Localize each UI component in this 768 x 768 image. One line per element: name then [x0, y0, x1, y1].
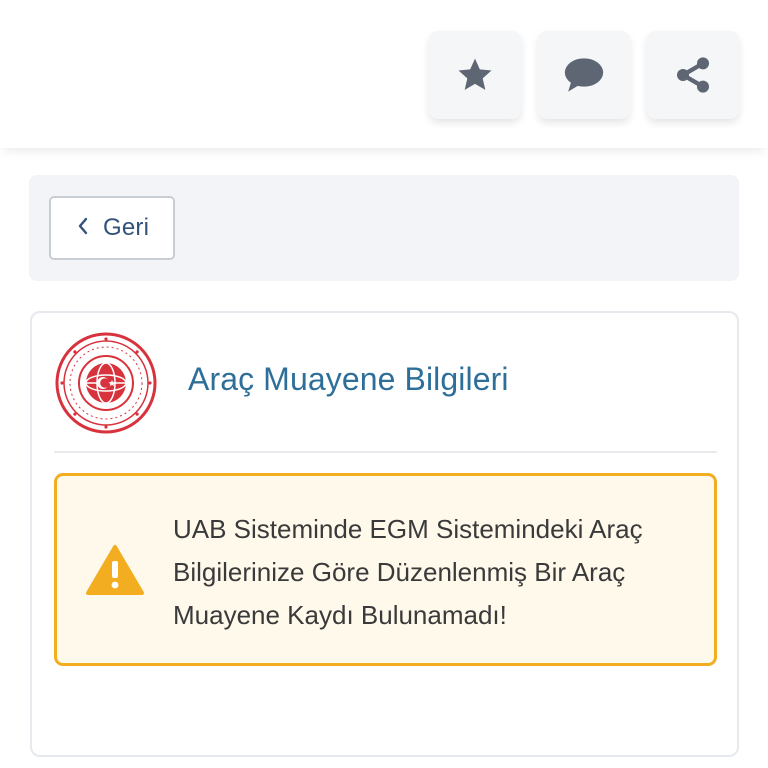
- warning-icon: [85, 544, 145, 601]
- warning-alert: UAB Sisteminde EGM Sistemindeki Araç Bil…: [54, 473, 717, 666]
- vehicle-inspection-card: Araç Muayene Bilgileri UAB Sisteminde EG…: [30, 311, 739, 757]
- star-icon: [455, 55, 495, 95]
- page-title: Araç Muayene Bilgileri: [188, 361, 509, 397]
- navigation-panel: Geri: [29, 175, 739, 281]
- comment-button[interactable]: [538, 31, 630, 119]
- back-label: Geri: [103, 214, 150, 241]
- comment-icon: [562, 55, 606, 95]
- back-button[interactable]: Geri: [49, 196, 175, 260]
- share-icon: [673, 55, 713, 95]
- top-action-bar: [0, 0, 768, 148]
- divider: [54, 451, 717, 453]
- share-button[interactable]: [647, 31, 739, 119]
- favorite-button[interactable]: [429, 31, 521, 119]
- chevron-left-icon: [77, 216, 89, 241]
- alert-message: UAB Sisteminde EGM Sistemindeki Araç Bil…: [173, 514, 643, 630]
- ministry-seal-logo: [54, 331, 158, 435]
